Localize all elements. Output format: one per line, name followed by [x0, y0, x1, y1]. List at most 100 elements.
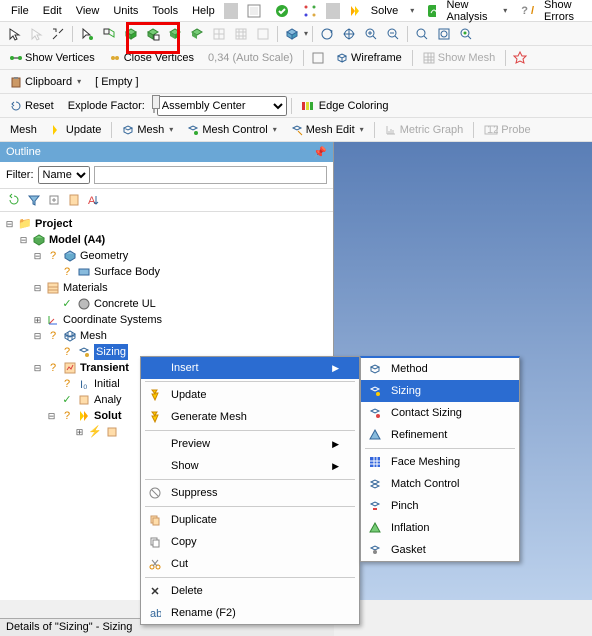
gasket-icon	[367, 544, 383, 556]
tree-surface[interactable]: Surface Body	[94, 264, 160, 280]
zoom-sel-icon[interactable]	[456, 24, 476, 44]
filter-input[interactable]	[94, 166, 328, 184]
show-vertices-button[interactable]: Show Vertices	[4, 52, 101, 64]
grid2-icon[interactable]	[231, 24, 251, 44]
tree-model[interactable]: Model (A4)	[49, 232, 105, 248]
check-icon[interactable]	[268, 1, 296, 21]
tree-project[interactable]: Project	[35, 216, 72, 232]
tree-materials[interactable]: Materials	[63, 280, 108, 296]
grid3-icon[interactable]	[253, 24, 273, 44]
sort-icon[interactable]: A	[86, 192, 102, 208]
mesh-control-dd[interactable]: Mesh Control	[181, 124, 282, 136]
rotate-icon[interactable]	[317, 24, 337, 44]
expand-icon[interactable]	[46, 192, 62, 208]
tree-solut[interactable]: Solut	[94, 408, 122, 424]
zoom-out-icon[interactable]	[383, 24, 403, 44]
menu-view[interactable]: View	[69, 2, 107, 20]
mesh-dd[interactable]: Mesh	[116, 124, 179, 136]
assembly-select[interactable]: Assembly Center	[157, 96, 287, 116]
ctx-show[interactable]: Show▶	[141, 455, 359, 477]
box-green-icon[interactable]	[121, 24, 141, 44]
solut-icon	[77, 409, 91, 423]
sub-refine[interactable]: Refinement	[361, 424, 519, 446]
metric-graph-button[interactable]: Metric Graph	[379, 124, 470, 136]
dots-icon[interactable]	[296, 1, 324, 21]
tree-analy[interactable]: Analy	[94, 392, 122, 408]
ctx-rename[interactable]: abRename (F2)	[141, 602, 359, 624]
geometry-icon	[63, 249, 77, 263]
doc-icon[interactable]	[66, 192, 82, 208]
select-vertex-icon[interactable]	[77, 24, 97, 44]
update-button[interactable]: Update	[45, 124, 107, 136]
method-icon	[367, 363, 383, 375]
grid-icon[interactable]	[209, 24, 229, 44]
ctx-delete[interactable]: Delete	[141, 580, 359, 602]
edge-coloring-button[interactable]: Edge Coloring	[296, 100, 395, 112]
ctx-generate[interactable]: Generate Mesh	[141, 406, 359, 428]
zoom-fit-icon[interactable]	[434, 24, 454, 44]
star-icon[interactable]	[510, 48, 530, 68]
sub-face[interactable]: Face Meshing	[361, 451, 519, 473]
scale-icon[interactable]	[48, 24, 68, 44]
explode-slider[interactable]	[153, 100, 155, 112]
tree-coord[interactable]: Coordinate Systems	[63, 312, 162, 328]
sub-gasket[interactable]: Gasket	[361, 539, 519, 561]
ctx-duplicate[interactable]: Duplicate	[141, 509, 359, 531]
refine-icon	[367, 429, 383, 441]
menu-help[interactable]: Help	[185, 2, 222, 20]
zoom-icon[interactable]	[412, 24, 432, 44]
tree-geometry[interactable]: Geometry	[80, 248, 128, 264]
box-green2-icon[interactable]	[165, 24, 185, 44]
ctx-preview[interactable]: Preview▶	[141, 433, 359, 455]
mesh-edit-dd[interactable]: Mesh Edit	[285, 124, 370, 136]
cursor-icon[interactable]	[4, 24, 24, 44]
menu-tools[interactable]: Tools	[145, 2, 185, 20]
probe-button[interactable]: 123Probe	[478, 124, 536, 136]
sub-method[interactable]: Method	[361, 358, 519, 380]
frame-icon[interactable]	[308, 48, 328, 68]
filter-icon[interactable]	[26, 192, 42, 208]
sub-pinch[interactable]: Pinch	[361, 495, 519, 517]
pin-icon[interactable]: 📌	[313, 146, 327, 159]
cube-icon[interactable]	[282, 24, 302, 44]
bolt-icon	[147, 411, 163, 423]
sub-contact[interactable]: Contact Sizing	[361, 402, 519, 424]
toolbar-icon[interactable]	[240, 1, 268, 21]
menu-units[interactable]: Units	[106, 2, 145, 20]
analy-icon	[77, 393, 91, 407]
tree-transient[interactable]: Transient	[80, 360, 129, 376]
solve-button[interactable]: Solve	[342, 0, 422, 23]
sub-sizing[interactable]: Sizing	[361, 380, 519, 402]
explode-label: Explode Factor:	[62, 100, 151, 112]
zoom-in-icon[interactable]	[361, 24, 381, 44]
reset-button[interactable]: Reset	[4, 100, 60, 112]
tree-mesh[interactable]: Mesh	[80, 328, 107, 344]
tree-initial[interactable]: Initial	[94, 376, 120, 392]
pan-icon[interactable]	[339, 24, 359, 44]
sub-inflation[interactable]: Inflation	[361, 517, 519, 539]
ctx-update[interactable]: Update	[141, 384, 359, 406]
context-submenu: Method Sizing Contact Sizing Refinement …	[360, 356, 520, 562]
ctx-suppress[interactable]: Suppress	[141, 482, 359, 504]
ctx-cut[interactable]: Cut	[141, 553, 359, 575]
box-select-icon[interactable]	[143, 24, 163, 44]
filter-select[interactable]: Name	[38, 166, 90, 184]
menu-edit[interactable]: Edit	[36, 2, 69, 20]
clipboard-button[interactable]: Clipboard	[4, 76, 87, 88]
sub-match[interactable]: Match Control	[361, 473, 519, 495]
tree-concrete[interactable]: Concrete UL	[94, 296, 156, 312]
wireframe-button[interactable]: Wireframe	[330, 52, 408, 64]
ctx-insert[interactable]: Insert▶	[141, 357, 359, 379]
cursor-plus-icon[interactable]	[26, 24, 46, 44]
refresh-icon[interactable]	[6, 192, 22, 208]
show-errors-button[interactable]: ?/Show Errors	[514, 0, 588, 29]
select-box-icon[interactable]	[99, 24, 119, 44]
box-green3-icon[interactable]	[187, 24, 207, 44]
show-mesh-button[interactable]: Show Mesh	[417, 52, 501, 64]
filter-row: Filter: Name	[0, 162, 333, 189]
project-icon: 📁	[18, 217, 32, 231]
menu-file[interactable]: File	[4, 2, 36, 20]
ctx-copy[interactable]: Copy	[141, 531, 359, 553]
tree-sizing[interactable]: Sizing	[94, 344, 128, 360]
close-vertices-button[interactable]: Close Vertices	[103, 52, 200, 64]
